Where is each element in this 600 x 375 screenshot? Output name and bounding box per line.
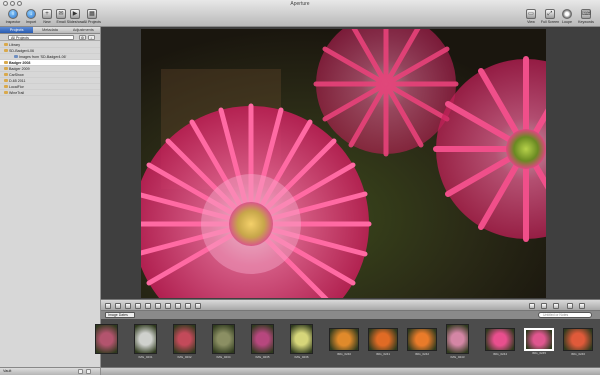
keywords-label: Keywords xyxy=(578,20,594,24)
all-projects-label: All Projects xyxy=(83,20,101,24)
filmstrip-footer xyxy=(101,367,600,375)
filmstrip-thumbnail[interactable]: IMG_0232 xyxy=(173,324,196,359)
thumbnail-caption: IMG_0234 xyxy=(216,355,231,359)
tab-metadata[interactable]: Metadata xyxy=(33,27,66,33)
project-icon xyxy=(4,67,8,70)
flip-icon[interactable] xyxy=(145,303,151,309)
title-toolbar: Aperture i Inspector ↓ Import + New ✉ Em… xyxy=(0,0,600,27)
straighten-icon[interactable] xyxy=(125,303,131,309)
filmstrip-thumbnail[interactable] xyxy=(95,324,118,354)
sidebar-footer: Vault xyxy=(0,367,100,375)
vault-menu-icon[interactable] xyxy=(86,369,91,374)
thumbnail-caption: IMG_0241 xyxy=(375,352,390,356)
tree-item-label: D-65 2011 xyxy=(9,79,26,83)
thumbnail-caption: IMG_0235 xyxy=(255,355,270,359)
image-dates-select[interactable]: Image Dates xyxy=(105,312,135,318)
project-icon xyxy=(4,85,8,88)
projects-select[interactable]: All Projects xyxy=(8,35,74,40)
filmstrip-thumbnail[interactable]: IMG_0240 xyxy=(329,328,359,356)
crop-icon[interactable] xyxy=(135,303,141,309)
loupe-icon xyxy=(562,9,572,19)
tree-item-label: Library xyxy=(9,43,20,47)
filmstrip-thumbnail[interactable]: IMG_0244 xyxy=(485,328,515,356)
filmstrip-thumbnail[interactable]: IMG_0231 xyxy=(134,324,157,359)
sidebar-tabs: Projects Metadata Adjustments xyxy=(0,27,100,34)
keywords-button[interactable]: ⌨ Keywords xyxy=(575,8,597,26)
flower-photo xyxy=(141,29,546,298)
thumbnail-caption: IMG_0236 xyxy=(294,355,309,359)
project-icon xyxy=(4,61,8,64)
filmstrip-thumbnail[interactable]: IMG_0235 xyxy=(251,324,274,359)
search-icon[interactable]: ⌕ xyxy=(88,35,95,40)
title-bar: Aperture xyxy=(0,0,600,8)
filmstrip-header: Image Dates Untitled or Notes xyxy=(101,311,600,319)
vault-label: Vault xyxy=(3,369,12,373)
tree-item-label: Images from 'SD-Badger4-06' xyxy=(19,55,67,59)
project-icon xyxy=(4,79,8,82)
thumbnail-caption: IMG_0231 xyxy=(138,355,153,359)
filmstrip-thumbnail[interactable]: IMG_0243 xyxy=(446,324,469,359)
project-tree: Library SD-Badger4-06 Images from 'SD-Ba… xyxy=(0,42,100,96)
tab-projects[interactable]: Projects xyxy=(0,27,34,33)
thumbnail-caption: IMG_0242 xyxy=(414,352,429,356)
spot-patch-icon[interactable] xyxy=(165,303,171,309)
keywords-icon: ⌨ xyxy=(581,9,591,19)
rotate-right-icon[interactable] xyxy=(115,303,121,309)
tree-item-label: Badger 2009 xyxy=(9,67,30,71)
project-icon xyxy=(4,91,8,94)
all-projects-icon: ▦ xyxy=(87,9,97,19)
filmstrip-thumbnail[interactable]: IMG_0234 xyxy=(212,324,235,359)
info-icon: i xyxy=(8,9,18,19)
import-icon: ↓ xyxy=(26,9,36,19)
action-icon[interactable]: ⚙ xyxy=(79,35,86,40)
thumbnail-caption: IMG_0232 xyxy=(177,355,192,359)
image-viewer xyxy=(101,27,600,299)
fullscreen-icon: ⤢ xyxy=(545,9,555,19)
filmstrip-thumbnail[interactable]: IMG_0242 xyxy=(407,328,437,356)
primary-only-icon[interactable] xyxy=(567,303,573,309)
all-projects-button[interactable]: ▦ All Projects xyxy=(80,8,104,26)
view-icon: ▭ xyxy=(526,9,536,19)
toolbar: i Inspector ↓ Import + New ✉ Email ▶ Sli… xyxy=(0,8,600,26)
viewer-only-icon[interactable] xyxy=(553,303,559,309)
tree-item-label: CarShow xyxy=(9,73,24,77)
brush-icon[interactable] xyxy=(185,303,191,309)
tree-item-label: LocalFlor xyxy=(9,85,24,89)
eye-icon[interactable] xyxy=(195,303,201,309)
aperture-window: Aperture i Inspector ↓ Import + New ✉ Em… xyxy=(0,0,600,375)
album-icon xyxy=(14,55,18,58)
thumbnail-caption: IMG_0245 xyxy=(531,351,546,355)
thumbnail-caption: IMG_0246 xyxy=(570,352,585,356)
split-view-icon[interactable] xyxy=(541,303,547,309)
red-eye-icon[interactable] xyxy=(155,303,161,309)
project-icon xyxy=(4,73,8,76)
multiple-view-icon[interactable] xyxy=(579,303,585,309)
library-icon xyxy=(4,43,8,46)
filmstrip-toolbar xyxy=(101,299,600,311)
filmstrip-thumbnail[interactable]: IMG_0241 xyxy=(368,328,398,356)
tree-item-winetrail[interactable]: WineTrail xyxy=(0,90,100,96)
tab-adjustments[interactable]: Adjustments xyxy=(67,27,100,33)
browser-view-icon[interactable] xyxy=(529,303,535,309)
filmstrip-thumbnail[interactable]: IMG_0245 xyxy=(524,328,554,355)
filmstrip-thumbnail[interactable]: IMG_0246 xyxy=(563,328,593,356)
filmstrip-search-input[interactable]: Untitled or Notes xyxy=(538,312,592,318)
thumbnail-caption: IMG_0244 xyxy=(492,352,507,356)
lift-stamp-icon[interactable] xyxy=(175,303,181,309)
sidebar: Projects Metadata Adjustments All Projec… xyxy=(0,27,101,375)
tree-item-label: Badger 2008 xyxy=(9,61,31,65)
projects-header: All Projects ⚙ ⌕ xyxy=(0,34,100,41)
thumbnail-caption: IMG_0243 xyxy=(450,355,465,359)
rotate-left-icon[interactable] xyxy=(105,303,111,309)
window-title: Aperture xyxy=(290,1,310,7)
tree-item-label: SD-Badger4-06 xyxy=(9,49,34,53)
folder-icon xyxy=(4,49,8,52)
add-vault-icon[interactable] xyxy=(78,369,83,374)
thumbnail-caption: IMG_0240 xyxy=(336,352,351,356)
main-photo[interactable] xyxy=(141,29,546,298)
filmstrip-thumbnail[interactable]: IMG_0236 xyxy=(290,324,313,359)
slideshow-icon: ▶ xyxy=(70,9,80,19)
filmstrip: IMG_0231 IMG_0232 IMG_0234 IMG_0235 IMG_0236… xyxy=(95,319,600,367)
tree-item-label: WineTrail xyxy=(9,91,25,95)
